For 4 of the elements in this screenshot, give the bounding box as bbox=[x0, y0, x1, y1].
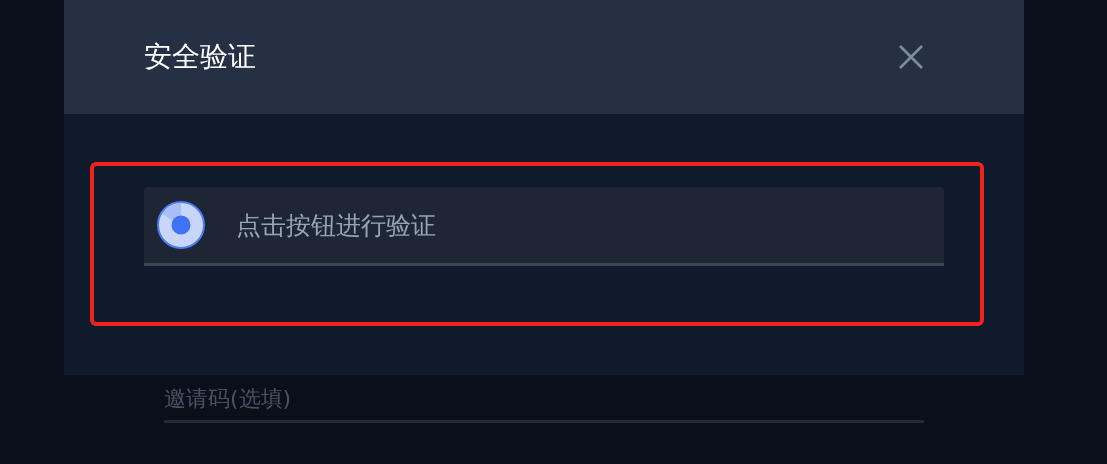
verify-button[interactable]: 点击按钮进行验证 bbox=[144, 187, 944, 266]
verify-icon bbox=[156, 200, 206, 250]
close-icon[interactable] bbox=[898, 44, 924, 70]
dialog-title: 安全验证 bbox=[144, 39, 256, 75]
